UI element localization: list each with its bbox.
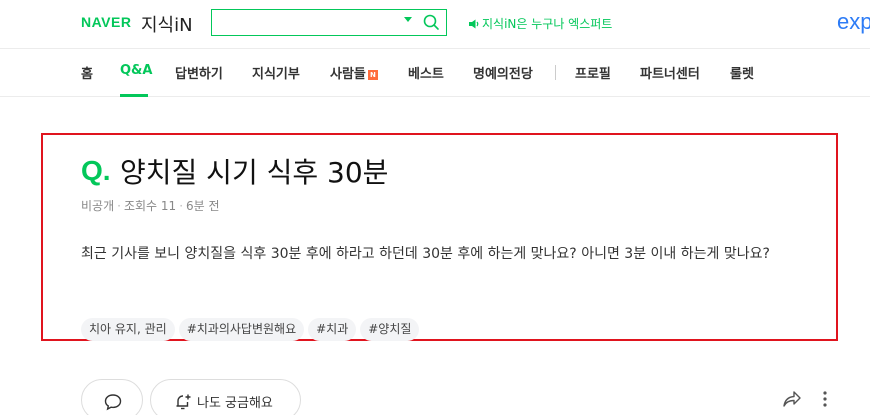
question-mark-icon: Q.	[81, 155, 111, 186]
nav-item-roulette[interactable]: 룰렛	[730, 63, 754, 82]
nav-item-donation[interactable]: 지식기부	[252, 63, 300, 82]
expert-logo-link[interactable]: exp	[837, 9, 870, 35]
nav-item-people[interactable]: 사람들 N	[330, 63, 378, 82]
search-box	[211, 9, 447, 36]
tag-item[interactable]: #치과	[308, 318, 357, 341]
tag-list: 치아 유지, 관리 #치과의사답변원해요 #치과 #양치질	[81, 318, 423, 341]
search-dropdown-icon[interactable]	[404, 17, 412, 22]
top-bar: NAVER 지식iN 지식iN은 누구나 엑스퍼트 exp	[0, 0, 870, 48]
tag-item[interactable]: #양치질	[360, 318, 420, 341]
share-icon[interactable]	[782, 390, 802, 408]
search-input[interactable]	[218, 13, 398, 31]
search-icon[interactable]	[422, 13, 440, 31]
new-badge: N	[367, 70, 378, 80]
question-meta: 비공개 · 조회수 11 · 6분 전	[81, 199, 220, 213]
comment-button[interactable]	[81, 379, 143, 415]
nav-item-answer[interactable]: 답변하기	[175, 63, 223, 82]
posted-time: 6분 전	[186, 199, 220, 213]
comment-icon	[104, 394, 122, 411]
me-too-curious-label: 나도 궁금해요	[197, 396, 273, 411]
question-title: 양치질 시기 식후 30분	[120, 156, 389, 189]
tag-item[interactable]: #치과의사답변원해요	[178, 318, 305, 341]
nav-divider	[555, 65, 556, 80]
nav-item-people-label: 사람들	[330, 67, 366, 82]
nav-item-hall-of-fame[interactable]: 명예의전당	[473, 63, 533, 82]
nav-item-qna[interactable]: Q&A	[120, 63, 152, 78]
jisikin-logo[interactable]: 지식iN	[141, 11, 193, 37]
question-actions: 나도 궁금해요	[0, 377, 870, 415]
more-options-icon[interactable]	[822, 390, 828, 408]
nav-item-partner-center[interactable]: 파트너센터	[640, 63, 700, 82]
naver-logo[interactable]: NAVER	[81, 14, 131, 30]
views-label: 조회수	[123, 199, 158, 213]
views-count: 11	[160, 199, 177, 213]
nav-item-home[interactable]: 홈	[81, 63, 93, 82]
visibility-label: 비공개	[81, 199, 115, 213]
tag-category[interactable]: 치아 유지, 관리	[81, 318, 175, 341]
speaker-icon	[469, 19, 479, 29]
expert-notice-link[interactable]: 지식iN은 누구나 엑스퍼트	[468, 15, 612, 32]
main-nav: 홈 Q&A 답변하기 지식기부 사람들 N 베스트 명예의전당 프로필 파트너센터…	[0, 48, 870, 97]
bell-plus-icon	[176, 394, 191, 410]
me-too-curious-button[interactable]: 나도 궁금해요	[150, 379, 301, 415]
nav-item-best[interactable]: 베스트	[408, 63, 444, 82]
notice-text: 지식iN은 누구나 엑스퍼트	[482, 17, 613, 31]
question-card: Q. 양치질 시기 식후 30분 비공개 · 조회수 11 · 6분 전 최근 기사를 …	[41, 133, 838, 341]
nav-item-profile[interactable]: 프로필	[575, 63, 611, 82]
nav-active-indicator	[120, 94, 148, 97]
question-body: 최근 기사를 보니 양치질을 식후 30분 후에 하라고 하던데 30분 후에 …	[81, 246, 770, 262]
